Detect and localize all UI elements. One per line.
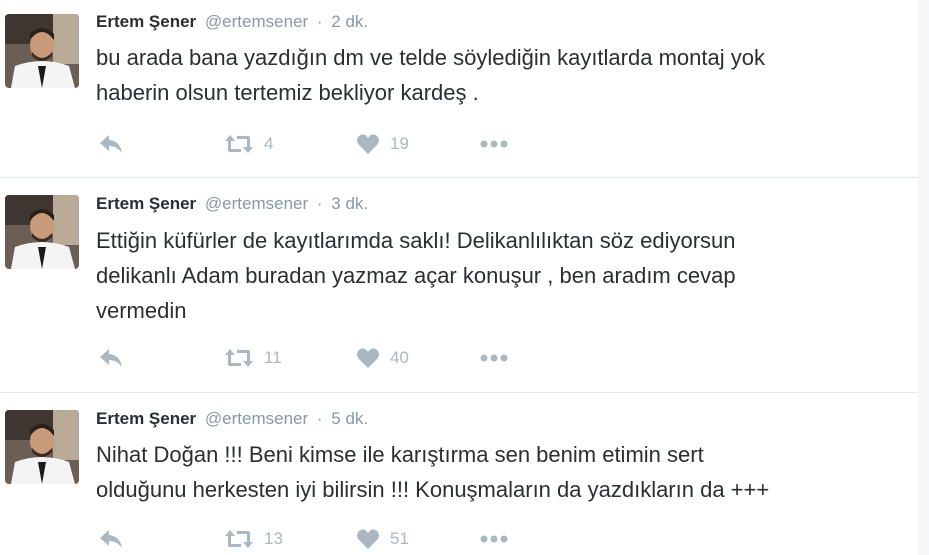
like-button[interactable]: 40	[356, 345, 409, 371]
user-handle[interactable]: @ertemsener	[205, 194, 308, 213]
heart-icon	[357, 348, 379, 368]
tweet[interactable]: Ertem Şener @ertemsener · 5 dk. Nihat Do…	[0, 393, 918, 555]
retweet-button[interactable]: 4	[224, 131, 273, 157]
tweet-actions: 13 51	[96, 526, 556, 552]
like-button[interactable]: 19	[356, 131, 409, 157]
retweet-count: 4	[264, 134, 274, 153]
avatar[interactable]	[5, 14, 79, 88]
tweet-timestamp[interactable]: 3 dk.	[331, 194, 368, 213]
tweet-text: bu arada bana yazdığın dm ve telde söyle…	[96, 40, 888, 110]
heart-icon	[357, 134, 379, 154]
separator: ·	[316, 194, 323, 213]
tweet-text: Ettiğin küfürler de kayıtlarımda saklı! …	[96, 223, 888, 328]
more-button[interactable]	[479, 526, 509, 552]
retweet-count: 11	[264, 348, 282, 367]
retweet-icon	[225, 530, 253, 548]
separator: ·	[316, 409, 323, 428]
user-fullname[interactable]: Ertem Şener	[96, 194, 196, 213]
tweet-timestamp[interactable]: 2 dk.	[331, 12, 368, 31]
reply-icon	[100, 135, 122, 153]
tweet-header: Ertem Şener @ertemsener · 3 dk.	[96, 194, 368, 218]
tweet-text-line: Nihat Doğan !!! Beni kimse ile karıştırm…	[96, 442, 704, 467]
more-button[interactable]	[479, 131, 509, 157]
tweet-actions: 4 19	[96, 131, 556, 157]
reply-icon	[100, 349, 122, 367]
tweet-timeline: Ertem Şener @ertemsener · 2 dk. bu arada…	[0, 0, 918, 555]
like-count: 51	[390, 529, 409, 548]
retweet-count: 13	[264, 529, 283, 548]
tweet-text-line: haberin olsun tertemiz bekliyor kardeş .	[96, 80, 479, 105]
tweet-text-line: olduğunu herkesten iyi bilirsin !!! Konu…	[96, 477, 770, 502]
reply-button[interactable]	[98, 131, 124, 157]
like-count: 40	[390, 348, 409, 367]
more-dots-icon	[480, 535, 508, 543]
tweet-header: Ertem Şener @ertemsener · 2 dk.	[96, 12, 368, 36]
user-handle[interactable]: @ertemsener	[205, 409, 308, 428]
tweet-text-line: Ettiğin küfürler de kayıtlarımda saklı! …	[96, 228, 736, 253]
heart-icon	[357, 529, 379, 549]
tweet[interactable]: Ertem Şener @ertemsener · 3 dk. Ettiğin …	[0, 178, 918, 393]
user-fullname[interactable]: Ertem Şener	[96, 12, 196, 31]
tweet-text-line: delikanlı Adam buradan yazmaz açar konuş…	[96, 263, 736, 288]
retweet-button[interactable]: 11	[224, 345, 282, 371]
tweet-actions: 11 40	[96, 345, 556, 371]
tweet-text-line: vermedin	[96, 298, 187, 323]
retweet-icon	[225, 135, 253, 153]
avatar[interactable]	[5, 410, 79, 484]
like-count: 19	[390, 134, 409, 153]
more-button[interactable]	[479, 345, 509, 371]
tweet-header: Ertem Şener @ertemsener · 5 dk.	[96, 409, 368, 433]
like-button[interactable]: 51	[356, 526, 409, 552]
reply-button[interactable]	[98, 526, 124, 552]
page-background-gutter	[918, 0, 929, 555]
retweet-button[interactable]: 13	[224, 526, 283, 552]
tweet-text: Nihat Doğan !!! Beni kimse ile karıştırm…	[96, 437, 888, 507]
tweet[interactable]: Ertem Şener @ertemsener · 2 dk. bu arada…	[0, 0, 918, 178]
retweet-icon	[225, 349, 253, 367]
reply-button[interactable]	[98, 345, 124, 371]
avatar[interactable]	[5, 195, 79, 269]
reply-icon	[100, 530, 122, 548]
more-dots-icon	[480, 354, 508, 362]
more-dots-icon	[480, 140, 508, 148]
user-fullname[interactable]: Ertem Şener	[96, 409, 196, 428]
separator: ·	[316, 12, 323, 31]
tweet-timestamp[interactable]: 5 dk.	[331, 409, 368, 428]
user-handle[interactable]: @ertemsener	[205, 12, 308, 31]
tweet-text-line: bu arada bana yazdığın dm ve telde söyle…	[96, 45, 765, 70]
